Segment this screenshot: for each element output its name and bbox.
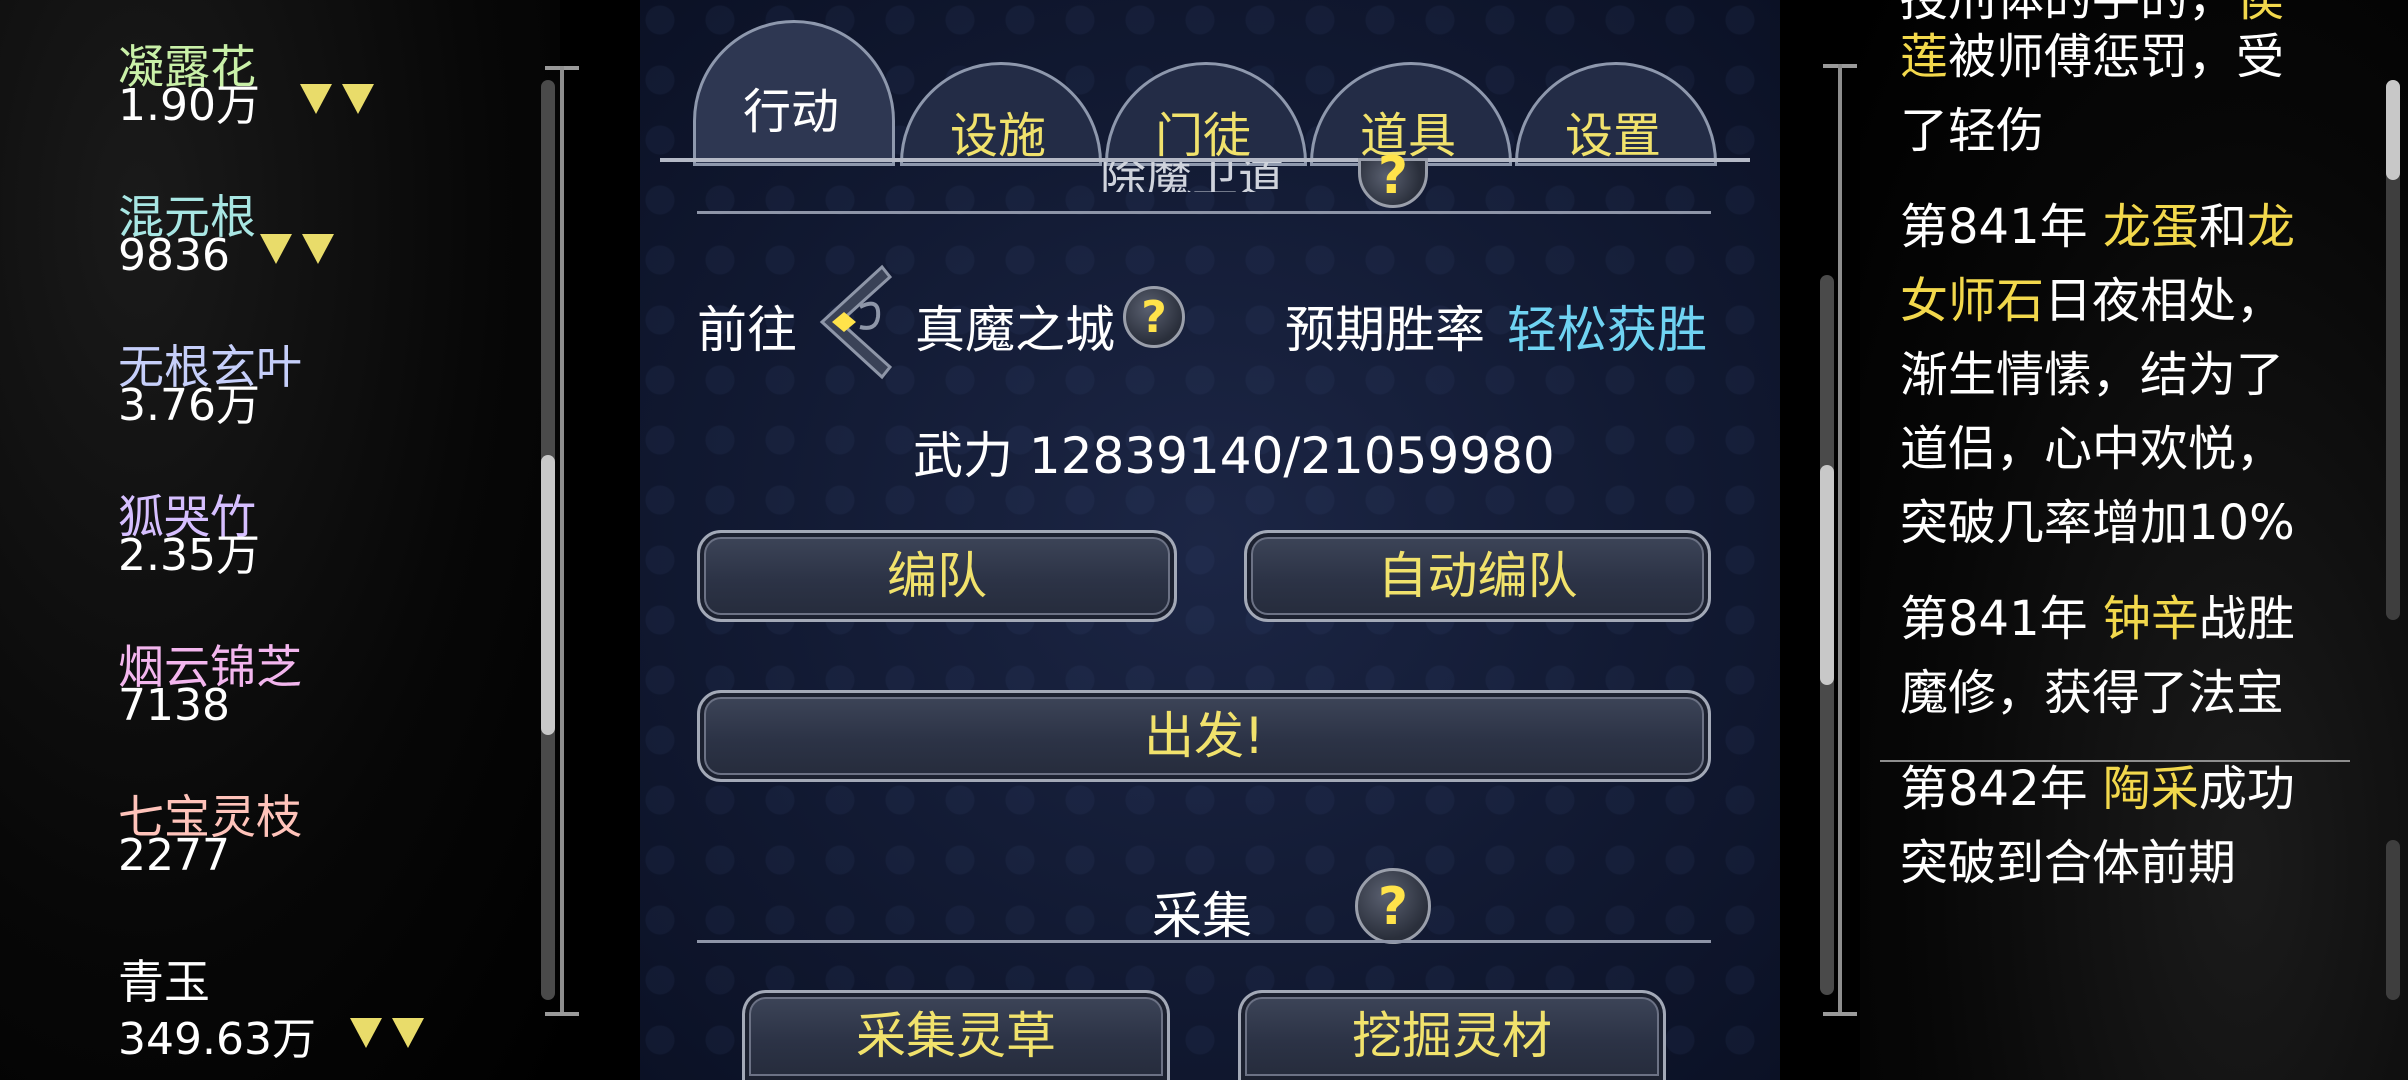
winrate-label: 预期胜率	[1285, 301, 1485, 359]
section-header-partial: 除魔卫道	[1100, 162, 1284, 192]
log-line: 第841年 钟辛战胜	[1900, 582, 2295, 656]
down-triangle-icon	[260, 234, 292, 264]
log-text: 第841年	[1900, 199, 2103, 255]
help-symbol: ?	[1141, 292, 1167, 343]
down-triangle-icon	[300, 84, 332, 114]
log-line: 道侣，心中欢悦，	[1900, 421, 2285, 477]
dig-materials-button[interactable]: 挖掘灵材	[1238, 990, 1666, 1080]
depart-button[interactable]: 出发!	[697, 690, 1711, 782]
log-line: 突破到合体前期	[1900, 835, 2237, 891]
log-scroll-track-lower	[2386, 840, 2400, 1000]
formation-button[interactable]: 编队	[697, 530, 1177, 622]
log-scrollbar-thumb[interactable]	[2386, 80, 2400, 180]
log-text: 和	[2198, 199, 2247, 255]
center-scrollbar-thumb[interactable]	[1820, 465, 1834, 685]
destination-arrow-icon[interactable]	[812, 262, 912, 382]
log-line: 渐生情愫，结为了	[1900, 347, 2285, 403]
left-scrollbar-thumb[interactable]	[541, 455, 555, 735]
log-line: 魔修，获得了法宝	[1900, 665, 2285, 721]
log-line: 第842年 陶采成功	[1900, 752, 2295, 826]
destination-name[interactable]: 真魔之城	[915, 290, 1115, 362]
resource-value: 1.90万	[118, 80, 260, 131]
resource-value: 2277	[118, 830, 230, 881]
center-scroll-bottom-cap	[1823, 1012, 1857, 1016]
auto-formation-button[interactable]: 自动编队	[1244, 530, 1711, 622]
resource-value: 9836	[118, 230, 230, 281]
tab-action[interactable]: 行动	[693, 72, 889, 142]
power-readout: 武力 12839140/21059980	[913, 427, 1555, 485]
down-triangle-icon	[302, 234, 334, 264]
log-line: 第841年 龙蛋和龙	[1900, 190, 2295, 264]
gather-section-title: 采集	[1152, 887, 1252, 945]
down-triangle-icon	[342, 84, 374, 114]
log-name-highlight: 龙蛋	[2102, 199, 2199, 255]
down-triangle-icon	[350, 1018, 382, 1048]
log-text: 被师傅惩罚，受	[1948, 29, 2285, 85]
left-scroll-bottom-cap	[545, 1012, 579, 1016]
resource-name: 青玉	[118, 955, 210, 1009]
log-text: 第842年	[1900, 761, 2103, 817]
center-scroll-rail	[1838, 64, 1842, 1014]
gather-herbs-button[interactable]: 采集灵草	[742, 990, 1170, 1080]
gather-help-icon[interactable]: ?	[1355, 868, 1431, 944]
log-line: 了轻伤	[1900, 103, 2045, 159]
destination-help-icon[interactable]: ?	[1123, 286, 1185, 348]
resource-decrease-icon	[290, 84, 374, 114]
log-line: 突破几率增加10%	[1900, 495, 2295, 551]
left-scroll-rail	[560, 66, 564, 1016]
resource-value: 349.63万	[118, 1014, 316, 1065]
section-divider-gather	[697, 940, 1711, 943]
log-text: 第841年	[1900, 591, 2103, 647]
resource-decrease-icon	[250, 234, 334, 264]
goto-label: 前往	[697, 301, 797, 359]
help-symbol: ?	[1377, 877, 1409, 937]
resource-value: 2.35万	[118, 530, 260, 581]
section-divider-top	[697, 211, 1711, 214]
log-name-highlight: 陶采	[2102, 761, 2199, 817]
log-name-highlight: 龙	[2246, 199, 2295, 255]
winrate-value: 轻松获胜	[1507, 301, 1707, 359]
tab-facility[interactable]: 设施	[900, 96, 1096, 166]
log-name-highlight: 钟辛	[2102, 591, 2199, 647]
tab-settings[interactable]: 设置	[1515, 96, 1711, 166]
help-symbol: ?	[1377, 146, 1409, 206]
log-line: 莲被师傅惩罚，受	[1900, 20, 2284, 94]
log-text: 战胜	[2198, 591, 2295, 647]
resource-value: 3.76万	[118, 380, 260, 431]
resource-value: 7138	[118, 680, 230, 731]
log-line: 女师石日夜相处，	[1900, 264, 2284, 338]
resource-decrease-icon	[340, 1018, 424, 1048]
log-text: 成功	[2198, 761, 2295, 817]
tab-disciple[interactable]: 门徒	[1105, 96, 1301, 166]
resource-panel	[0, 0, 560, 1080]
log-name-highlight: 女师石	[1900, 273, 2045, 329]
log-text: 日夜相处，	[2044, 273, 2285, 329]
log-name-highlight: 莲	[1900, 29, 1949, 85]
down-triangle-icon	[392, 1018, 424, 1048]
